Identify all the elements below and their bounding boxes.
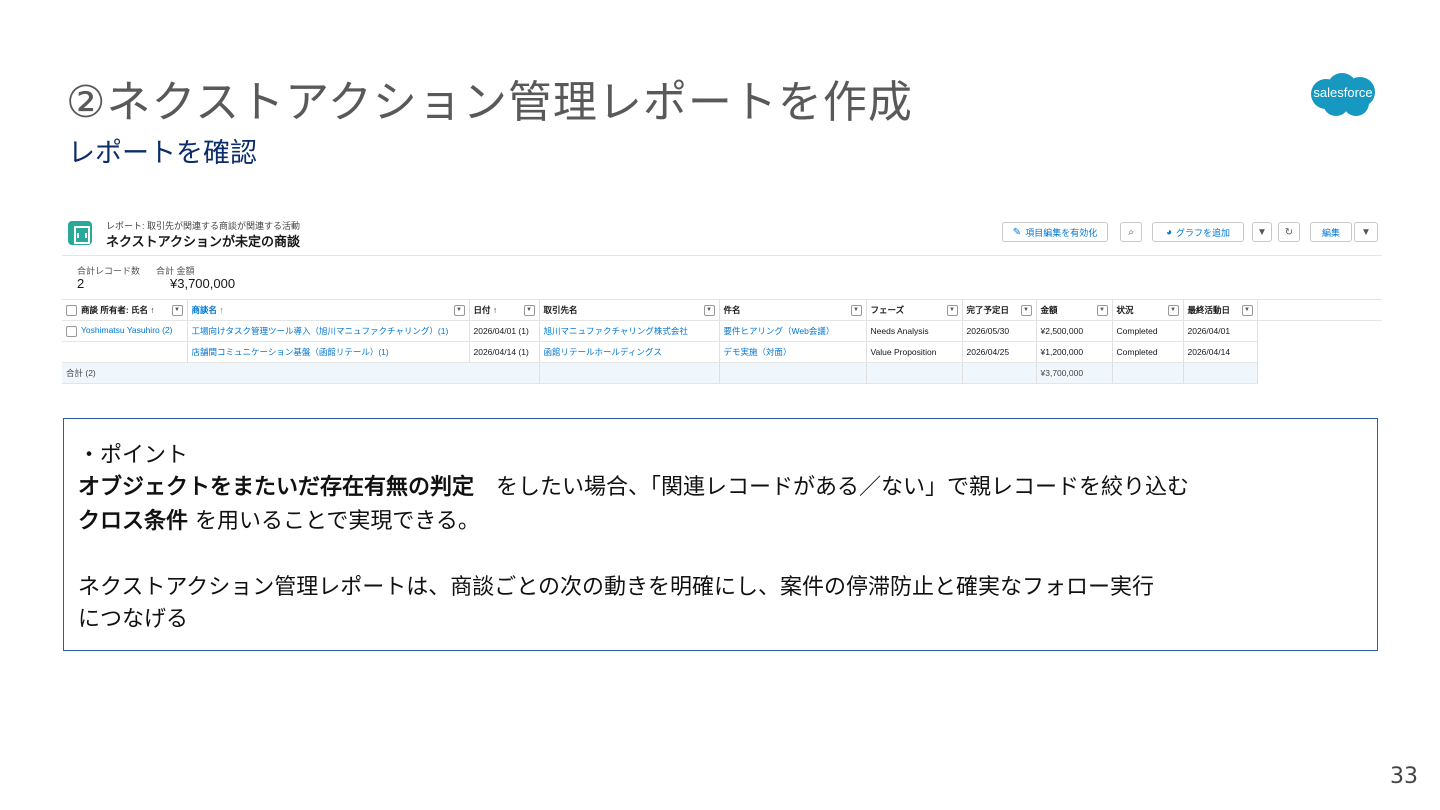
total-amount-value: ¥3,700,000 bbox=[170, 276, 236, 291]
filter-button[interactable]: ▼ bbox=[1252, 222, 1272, 242]
opportunity-cell[interactable]: 工場向けタスク管理ツール導入（旭川マニュファクチャリング）(1) bbox=[187, 320, 470, 342]
chevron-down-icon[interactable]: ▼ bbox=[1167, 305, 1179, 316]
column-header[interactable]: 日付 ↑ ▼ bbox=[469, 299, 540, 321]
status-cell: Completed bbox=[1112, 341, 1184, 363]
subject-cell[interactable]: デモ実施（対面） bbox=[719, 341, 867, 363]
column-header-blank bbox=[1257, 299, 1382, 321]
refresh-button[interactable]: ↻ bbox=[1278, 222, 1300, 242]
account-cell[interactable]: 旭川マニュファクチャリング株式会社 bbox=[539, 320, 720, 342]
table-row: 店舗間コミュニケーション基盤（函館リテール）(1) 2026/04/14 (1)… bbox=[62, 341, 1382, 363]
column-header[interactable]: 商談名 ↑ ▼ bbox=[187, 299, 470, 321]
note-line-1: オブジェクトをまたいだ存在有無の判定 をしたい場合、「関連レコードがある／ない」… bbox=[78, 469, 1189, 501]
chart-icon: ◕ bbox=[1165, 226, 1173, 238]
column-header[interactable]: 商談 所有者: 氏名 ↑ ▼ bbox=[62, 299, 188, 321]
salesforce-logo-text: salesforce bbox=[1313, 85, 1373, 100]
owner-cell bbox=[62, 341, 188, 363]
chevron-down-icon: ▼ bbox=[1361, 226, 1371, 238]
note-bold-2: クロス条件 bbox=[78, 509, 189, 534]
add-chart-label: グラフを追加 bbox=[1176, 227, 1231, 238]
phase-cell: Value Proposition bbox=[866, 341, 963, 363]
report-header: レポート: 取引先が関連する商談が関連する活動 ネクストアクションが未定の商談 … bbox=[62, 210, 1382, 256]
chevron-down-icon[interactable]: ▼ bbox=[171, 305, 183, 316]
report-view: レポート: 取引先が関連する商談が関連する活動 ネクストアクションが未定の商談 … bbox=[62, 210, 1382, 396]
column-header[interactable]: フェーズ ▼ bbox=[866, 299, 963, 321]
report-table: 商談 所有者: 氏名 ↑ ▼ 商談名 ↑ ▼ 日付 ↑ ▼ 取引先名 ▼ 件名 ▼ フェー… bbox=[62, 299, 1382, 384]
edit-button[interactable]: 編集 bbox=[1310, 222, 1352, 242]
more-actions-button[interactable]: ▼ bbox=[1354, 222, 1378, 242]
column-header[interactable]: 件名 ▼ bbox=[719, 299, 867, 321]
note-text-1: をしたい場合、「関連レコードがある／ない」で親レコードを絞り込む bbox=[474, 475, 1190, 500]
note-line-3: ネクストアクション管理レポートは、商談ごとの次の動きを明確にし、案件の停滞防止と… bbox=[78, 575, 1155, 600]
column-header[interactable]: 最終活動日 ▼ bbox=[1183, 299, 1258, 321]
note-bold-1: オブジェクトをまたいだ存在有無の判定 bbox=[78, 475, 475, 500]
salesforce-logo: salesforce bbox=[1306, 70, 1380, 120]
chevron-down-icon[interactable]: ▼ bbox=[703, 305, 715, 316]
chevron-down-icon[interactable]: ▼ bbox=[1096, 305, 1108, 316]
column-header[interactable]: 金額 ▼ bbox=[1036, 299, 1113, 321]
total-amount-cell: ¥3,700,000 bbox=[1036, 362, 1113, 384]
column-header[interactable]: 完了予定日 ▼ bbox=[962, 299, 1037, 321]
owner-cell[interactable]: Yoshimatsu Yasuhiro (2) bbox=[62, 320, 188, 342]
column-header[interactable]: 状況 ▼ bbox=[1112, 299, 1184, 321]
subject-cell[interactable]: 要件ヒアリング（Web会議） bbox=[719, 320, 867, 342]
last-activity-cell: 2026/04/01 bbox=[1183, 320, 1258, 342]
table-header-row: 商談 所有者: 氏名 ↑ ▼ 商談名 ↑ ▼ 日付 ↑ ▼ 取引先名 ▼ 件名 ▼ フェー… bbox=[62, 299, 1382, 321]
column-header[interactable]: 取引先名 ▼ bbox=[539, 299, 720, 321]
search-button[interactable]: ⌕ bbox=[1120, 222, 1142, 242]
add-chart-button[interactable]: ◕ グラフを追加 bbox=[1152, 222, 1244, 242]
edit-label: 編集 bbox=[1321, 227, 1340, 238]
record-count-value: 2 bbox=[77, 276, 85, 291]
table-row: Yoshimatsu Yasuhiro (2) 工場向けタスク管理ツール導入（旭… bbox=[62, 320, 1382, 342]
filter-icon: ▼ bbox=[1257, 226, 1267, 238]
last-activity-cell: 2026/04/14 bbox=[1183, 341, 1258, 363]
enable-inline-edit-button[interactable]: ✎ 項目編集を有効化 bbox=[1002, 222, 1108, 242]
date-cell: 2026/04/01 (1) bbox=[469, 320, 540, 342]
report-icon bbox=[68, 221, 92, 245]
point-note-box: ・ポイント オブジェクトをまたいだ存在有無の判定 をしたい場合、「関連レコードが… bbox=[63, 418, 1378, 651]
note-line-2: クロス条件 を用いることで実現できる。 bbox=[78, 503, 480, 535]
record-count-label: 合計レコード数 bbox=[77, 266, 141, 276]
chevron-down-icon[interactable]: ▼ bbox=[850, 305, 862, 316]
chevron-down-icon[interactable]: ▼ bbox=[453, 305, 465, 316]
chevron-down-icon[interactable]: ▼ bbox=[1241, 305, 1253, 316]
report-name: ネクストアクションが未定の商談 bbox=[106, 234, 300, 249]
slide-subtitle: レポートを確認 bbox=[68, 138, 257, 169]
note-text-2: を用いることで実現できる。 bbox=[188, 509, 480, 534]
amount-cell: ¥2,500,000 bbox=[1036, 320, 1113, 342]
status-cell: Completed bbox=[1112, 320, 1184, 342]
chevron-down-icon[interactable]: ▼ bbox=[523, 305, 535, 316]
chevron-down-icon[interactable]: ▼ bbox=[946, 305, 958, 316]
checkbox[interactable] bbox=[66, 325, 77, 337]
chevron-down-icon[interactable]: ▼ bbox=[1020, 305, 1032, 316]
note-heading: ・ポイント bbox=[78, 443, 189, 468]
search-icon: ⌕ bbox=[1128, 226, 1134, 238]
refresh-icon: ↻ bbox=[1284, 226, 1294, 238]
note-line-4: につなげる bbox=[78, 607, 189, 632]
date-cell: 2026/04/14 (1) bbox=[469, 341, 540, 363]
page-number: 33 bbox=[1390, 764, 1418, 789]
opportunity-cell[interactable]: 店舗間コミュニケーション基盤（函館リテール）(1) bbox=[187, 341, 470, 363]
enable-inline-edit-label: 項目編集を有効化 bbox=[1025, 227, 1098, 238]
slide-title: ②ネクストアクション管理レポートを作成 bbox=[66, 77, 913, 128]
close-date-cell: 2026/04/25 bbox=[962, 341, 1037, 363]
pencil-icon: ✎ bbox=[1012, 226, 1022, 238]
amount-cell: ¥1,200,000 bbox=[1036, 341, 1113, 363]
checkbox[interactable] bbox=[66, 305, 77, 317]
close-date-cell: 2026/05/30 bbox=[962, 320, 1037, 342]
account-cell[interactable]: 函館リテールホールディングス bbox=[539, 341, 720, 363]
total-row: 合計 (2) ¥3,700,000 bbox=[62, 362, 1382, 384]
phase-cell: Needs Analysis bbox=[866, 320, 963, 342]
total-label: 合計 (2) bbox=[62, 362, 540, 384]
